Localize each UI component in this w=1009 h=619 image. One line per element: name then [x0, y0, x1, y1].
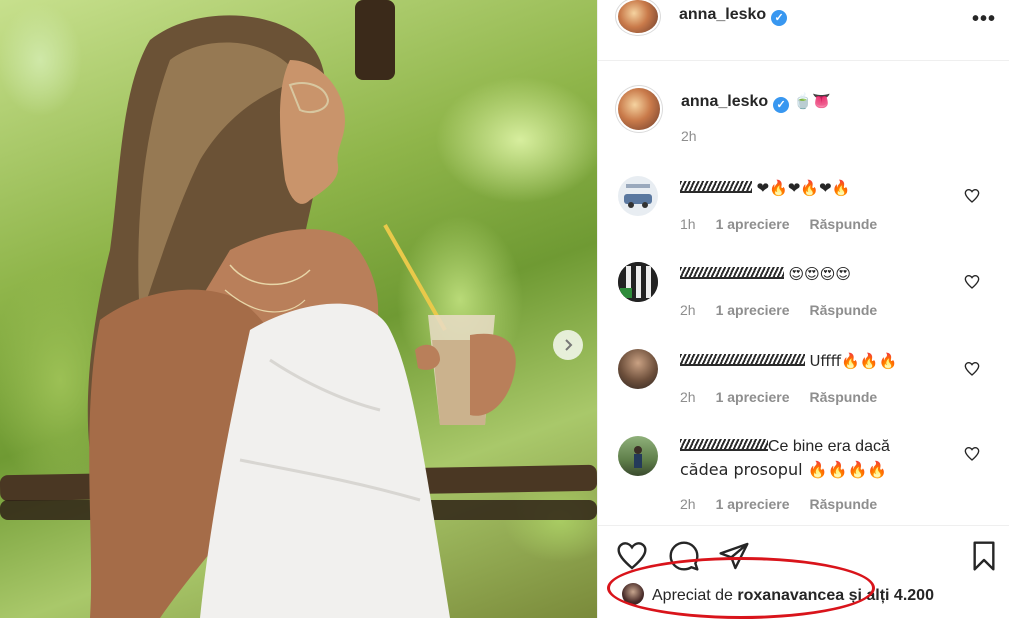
carousel-next-button[interactable]: [553, 330, 583, 360]
comment-likes[interactable]: 1 apreciere: [716, 216, 790, 232]
reply-button[interactable]: Răspunde: [810, 389, 878, 405]
post-caption: anna_lesko ✓ 🍵👅 2h: [598, 80, 1009, 150]
like-comment-heart-icon[interactable]: [964, 446, 980, 462]
likes-others[interactable]: și alți 4.200: [849, 587, 934, 604]
reply-button[interactable]: Răspunde: [810, 302, 878, 318]
comment-meta: 1h 1 apreciere Răspunde: [680, 216, 897, 232]
reply-button[interactable]: Răspunde: [810, 496, 878, 512]
reply-button[interactable]: Răspunde: [810, 216, 878, 232]
likes-summary: Apreciat de roxanavancea și alți 4.200: [622, 583, 934, 605]
comment-item: Uffff🔥🔥🔥 2h 1 apreciere Răspunde: [598, 345, 1009, 415]
redacted-username[interactable]: [680, 267, 784, 279]
car-avatar-icon: [624, 184, 652, 208]
author-username-text[interactable]: anna_lesko: [679, 6, 766, 23]
redacted-username[interactable]: [680, 354, 805, 366]
comment-meta: 2h 1 apreciere Răspunde: [680, 496, 897, 512]
comment-text: 😍😍😍😍: [788, 265, 852, 283]
commenter-avatar[interactable]: [618, 176, 658, 216]
comment-meta: 2h 1 apreciere Răspunde: [680, 389, 897, 405]
comment-likes[interactable]: 1 apreciere: [716, 389, 790, 405]
comment-item: ❤🔥❤🔥❤🔥 1h 1 apreciere Răspunde: [598, 172, 1009, 242]
comment-bubble-icon[interactable]: [668, 540, 700, 572]
commenter-avatar[interactable]: [618, 262, 658, 302]
post-header: anna_lesko ✓ •••: [598, 0, 1009, 61]
post-photo: [0, 0, 597, 618]
caption-author-avatar[interactable]: [618, 88, 660, 130]
comment-item: 😍😍😍😍 2h 1 apreciere Răspunde: [598, 258, 1009, 328]
comment-body: Uffff🔥🔥🔥: [680, 350, 897, 373]
redacted-username[interactable]: [680, 181, 752, 193]
likes-prefix: Apreciat de: [652, 587, 733, 604]
comment-body: Ce bine era dacă cădea prosopul 🔥🔥🔥🔥: [680, 435, 890, 482]
comment-text: Uffff🔥🔥🔥: [809, 352, 898, 370]
liker-username[interactable]: roxanavancea: [737, 587, 844, 604]
caption-author: anna_lesko ✓ 🍵👅: [681, 92, 831, 113]
comment-text-line1: Ce bine era dacă: [768, 438, 890, 455]
caption-text: 🍵👅: [793, 92, 831, 110]
comment-item: Ce bine era dacă cădea prosopul 🔥🔥🔥🔥 2h 1…: [598, 432, 1009, 522]
chevron-right-icon: [565, 339, 573, 351]
author-username[interactable]: anna_lesko ✓: [679, 6, 788, 26]
comment-body: 😍😍😍😍: [680, 263, 851, 286]
more-options-icon[interactable]: •••: [972, 8, 996, 31]
comment-text-line2: cădea prosopul 🔥🔥🔥🔥: [680, 460, 888, 479]
comment-likes[interactable]: 1 apreciere: [716, 496, 790, 512]
verified-badge-icon: ✓: [771, 10, 788, 26]
comment-time: 2h: [680, 389, 696, 405]
save-bookmark-icon[interactable]: [968, 540, 1000, 572]
juventus-avatar-icon: [618, 262, 658, 302]
post-sidebar: anna_lesko ✓ ••• anna_lesko ✓ 🍵👅 2h ❤🔥❤🔥❤🔥…: [597, 0, 1009, 618]
commenter-avatar[interactable]: [618, 436, 658, 476]
verified-badge-icon: ✓: [773, 97, 790, 113]
comment-time: 2h: [680, 496, 696, 512]
caption-author-username[interactable]: anna_lesko: [681, 93, 768, 110]
person-avatar-icon: [634, 446, 642, 468]
comment-text: ❤🔥❤🔥❤🔥: [756, 179, 851, 197]
woman-figure: [87, 15, 516, 618]
share-paper-plane-icon[interactable]: [718, 540, 750, 572]
redacted-username[interactable]: [680, 439, 768, 451]
like-comment-heart-icon[interactable]: [964, 361, 980, 377]
like-comment-heart-icon[interactable]: [964, 274, 980, 290]
comment-body: ❤🔥❤🔥❤🔥: [680, 177, 850, 200]
commenter-avatar[interactable]: [618, 349, 658, 389]
like-comment-heart-icon[interactable]: [964, 188, 980, 204]
comment-likes[interactable]: 1 apreciere: [716, 302, 790, 318]
author-avatar[interactable]: [618, 0, 658, 33]
liker-avatar[interactable]: [622, 583, 644, 605]
like-heart-icon[interactable]: [616, 540, 648, 572]
comment-meta: 2h 1 apreciere Răspunde: [680, 302, 897, 318]
comment-time: 1h: [680, 216, 696, 232]
caption-time: 2h: [681, 128, 697, 144]
comment-time: 2h: [680, 302, 696, 318]
